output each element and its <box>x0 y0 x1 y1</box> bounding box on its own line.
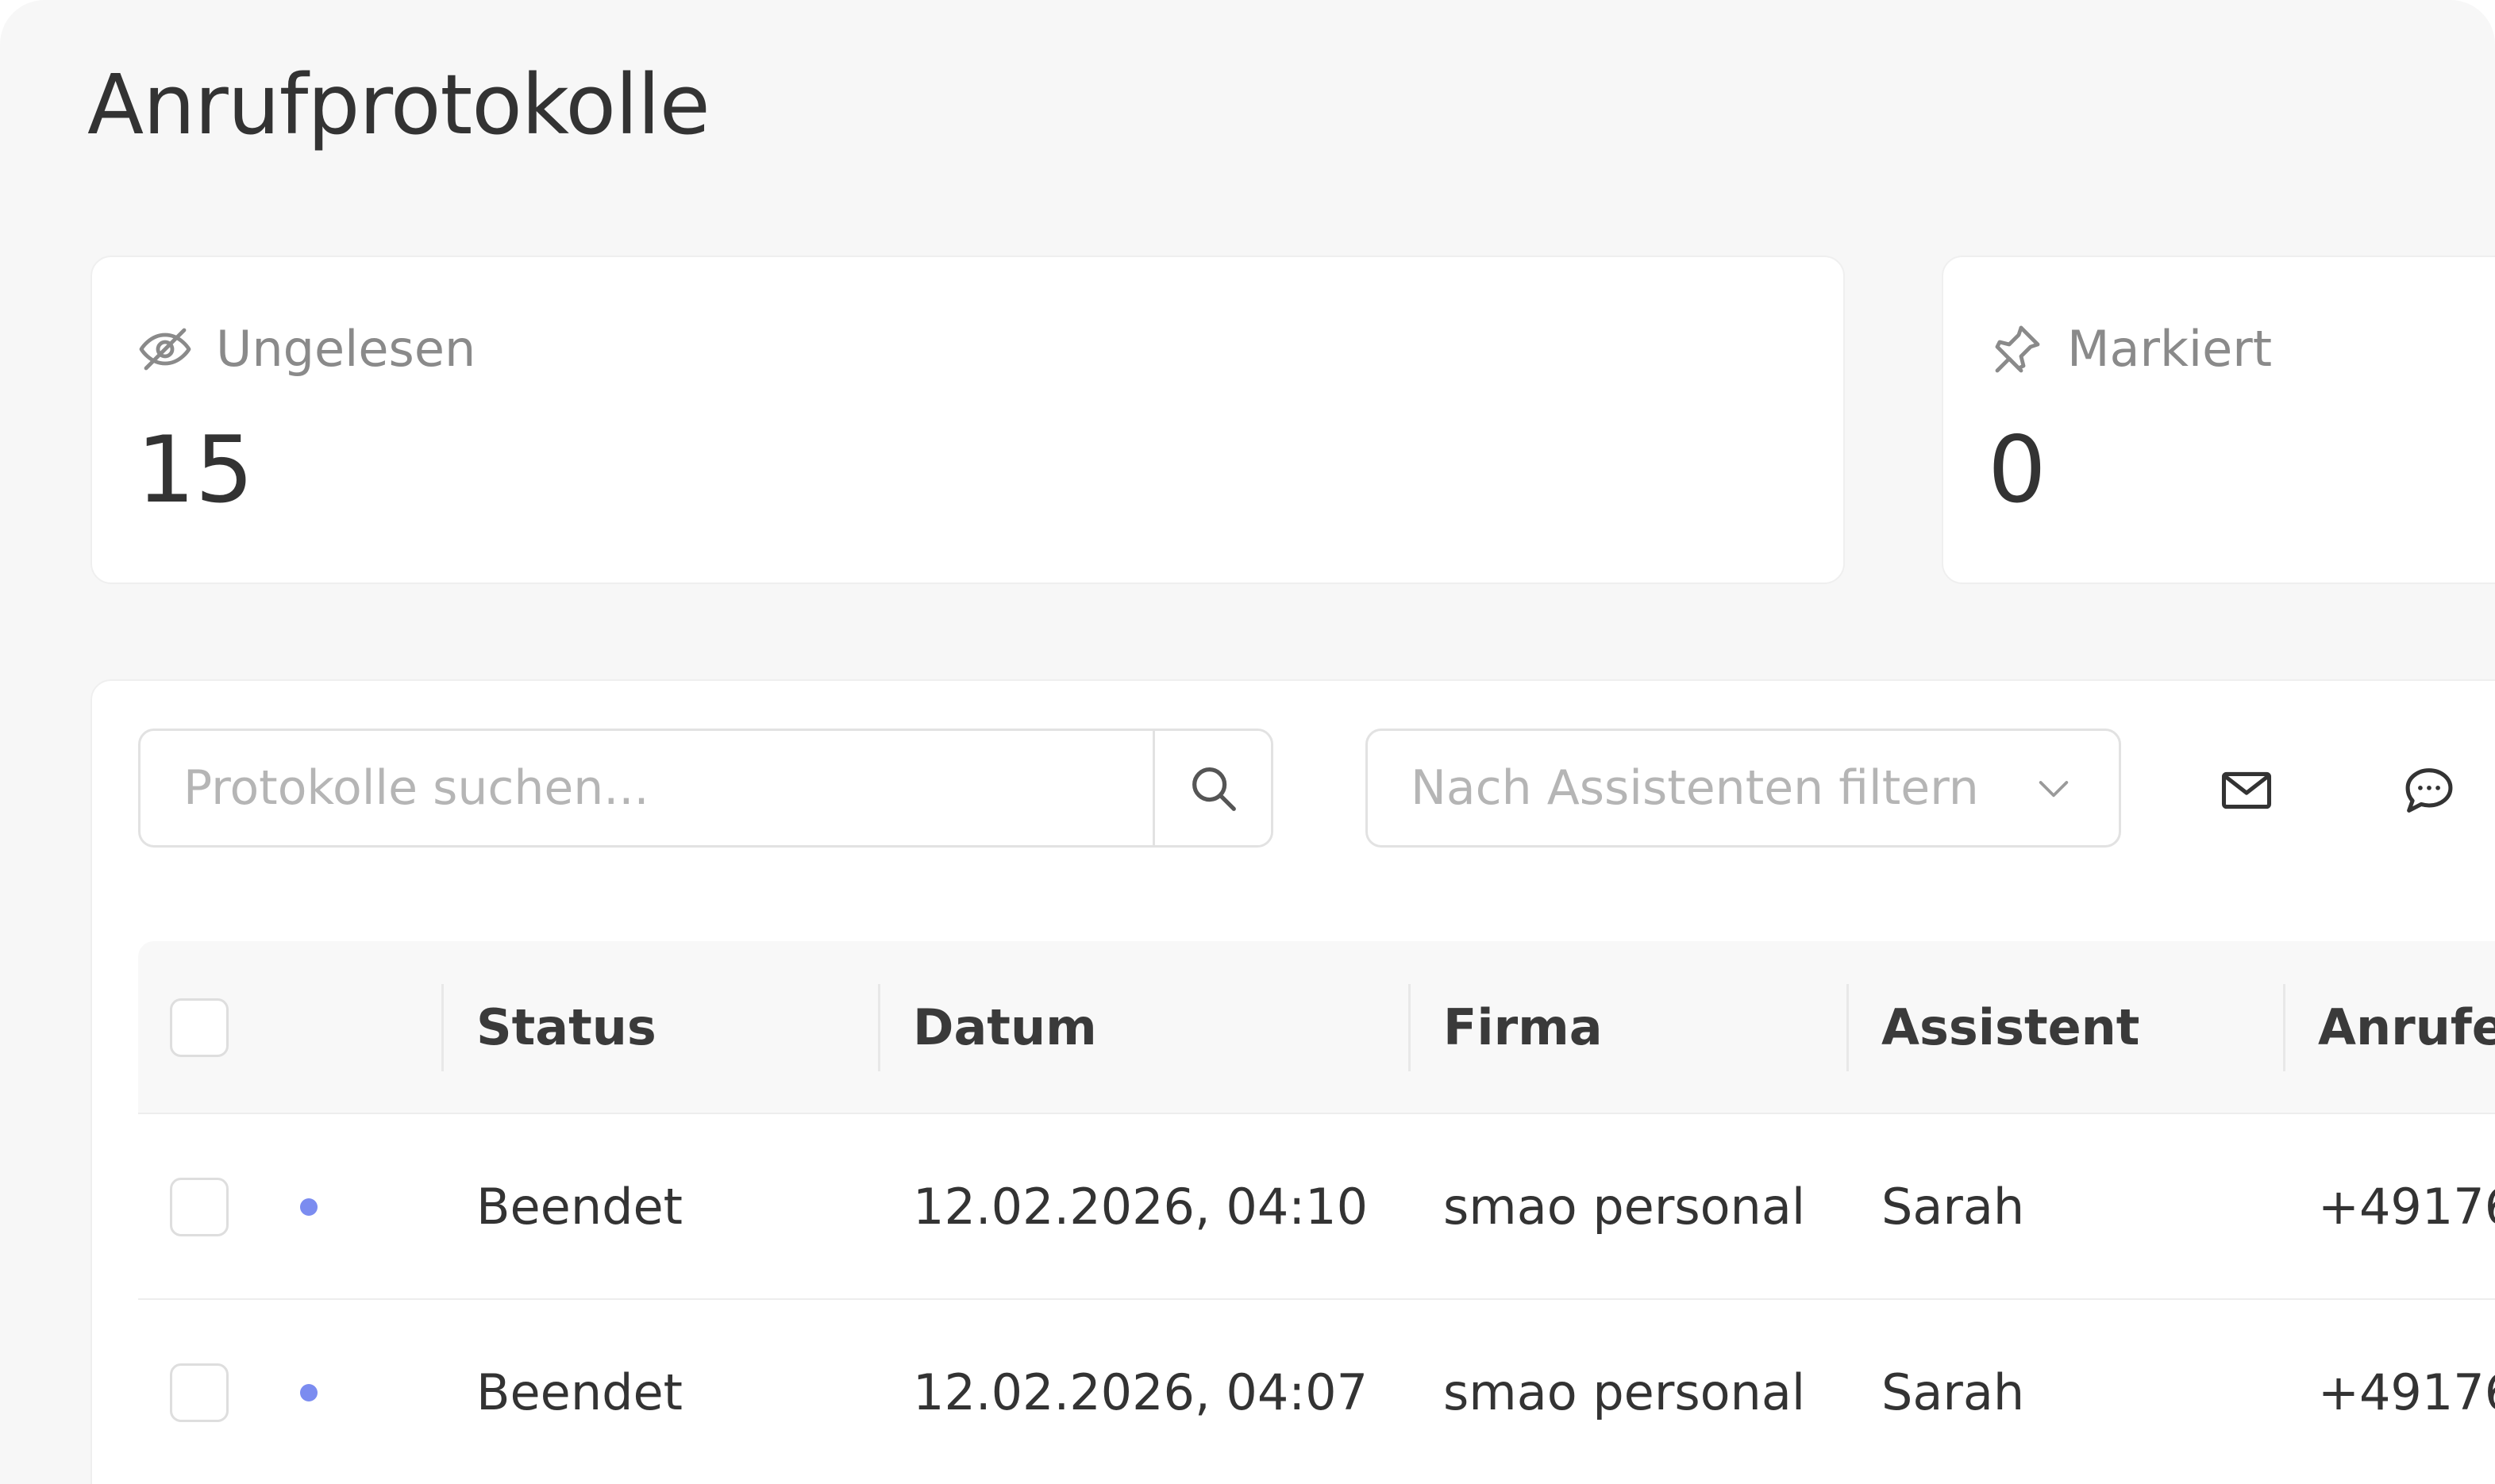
search-button[interactable] <box>1153 731 1271 845</box>
unread-indicator <box>300 1198 318 1216</box>
stat-value-marked: 0 <box>1988 417 2046 524</box>
stat-label-row: Ungelesen <box>137 317 476 381</box>
select-all-checkbox[interactable] <box>170 998 229 1057</box>
cell-anrufer: +49176414 <box>2318 1363 2495 1421</box>
table-header: Status Datum Firma Assistent Anrufer <box>138 941 2495 1114</box>
column-divider <box>1408 984 1411 1071</box>
cell-datum: 12.02.2026, 04:10 <box>913 1178 1369 1236</box>
mail-icon <box>2216 760 2277 821</box>
column-header-status[interactable]: Status <box>476 941 656 1114</box>
table-row[interactable]: Beendet 12.02.2026, 04:10 smao personal … <box>138 1114 2495 1300</box>
search-icon <box>1185 760 1241 816</box>
stat-value-unread: 15 <box>137 417 254 524</box>
cell-assistent: Sarah <box>1881 1178 2025 1236</box>
chat-bubble-icon <box>2399 760 2459 821</box>
stat-label-row: Markiert <box>1988 317 2272 381</box>
column-header-anrufer[interactable]: Anrufer <box>2318 941 2495 1114</box>
column-header-assistent[interactable]: Assistent <box>1881 941 2139 1114</box>
stat-card-marked[interactable]: Markiert 0 <box>1942 256 2495 584</box>
call-logs-page: Anrufprotokolle Ungelesen 15 Markiert 0 … <box>0 0 2495 1484</box>
column-header-firma[interactable]: Firma <box>1443 941 1603 1114</box>
stat-label-unread: Ungelesen <box>216 320 476 378</box>
pin-icon <box>1988 321 2045 378</box>
search-input[interactable] <box>141 731 1153 845</box>
column-divider <box>441 984 444 1071</box>
stat-card-unread[interactable]: Ungelesen 15 <box>90 256 1845 584</box>
table-row[interactable]: Beendet 12.02.2026, 04:07 smao personal … <box>138 1300 2495 1484</box>
column-divider <box>878 984 880 1071</box>
eye-off-icon <box>137 321 194 378</box>
cell-anrufer: +49176414 <box>2318 1178 2495 1236</box>
column-divider <box>2283 984 2285 1071</box>
assistant-filter-placeholder: Nach Assistenten filtern <box>1411 760 1979 816</box>
row-checkbox[interactable] <box>170 1178 229 1236</box>
cell-datum: 12.02.2026, 04:07 <box>913 1363 1369 1421</box>
page-title: Anrufprotokolle <box>87 56 710 153</box>
cell-status: Beendet <box>476 1363 683 1421</box>
cell-firma: smao personal <box>1443 1363 1806 1421</box>
search-box <box>138 729 1273 848</box>
chat-button[interactable] <box>2399 760 2459 821</box>
stat-label-marked: Markiert <box>2067 320 2273 378</box>
cell-assistent: Sarah <box>1881 1363 2025 1421</box>
row-checkbox[interactable] <box>170 1363 229 1422</box>
call-log-list-panel: Nach Assistenten filtern <box>90 679 2495 1484</box>
unread-indicator <box>300 1384 318 1401</box>
cell-status: Beendet <box>476 1178 683 1236</box>
chevron-down-icon <box>2031 766 2076 810</box>
mail-button[interactable] <box>2216 760 2277 821</box>
assistant-filter-select[interactable]: Nach Assistenten filtern <box>1365 729 2121 848</box>
column-header-datum[interactable]: Datum <box>913 941 1097 1114</box>
call-log-table: Status Datum Firma Assistent Anrufer Bee… <box>138 941 2495 1484</box>
column-divider <box>1846 984 1849 1071</box>
cell-firma: smao personal <box>1443 1178 1806 1236</box>
